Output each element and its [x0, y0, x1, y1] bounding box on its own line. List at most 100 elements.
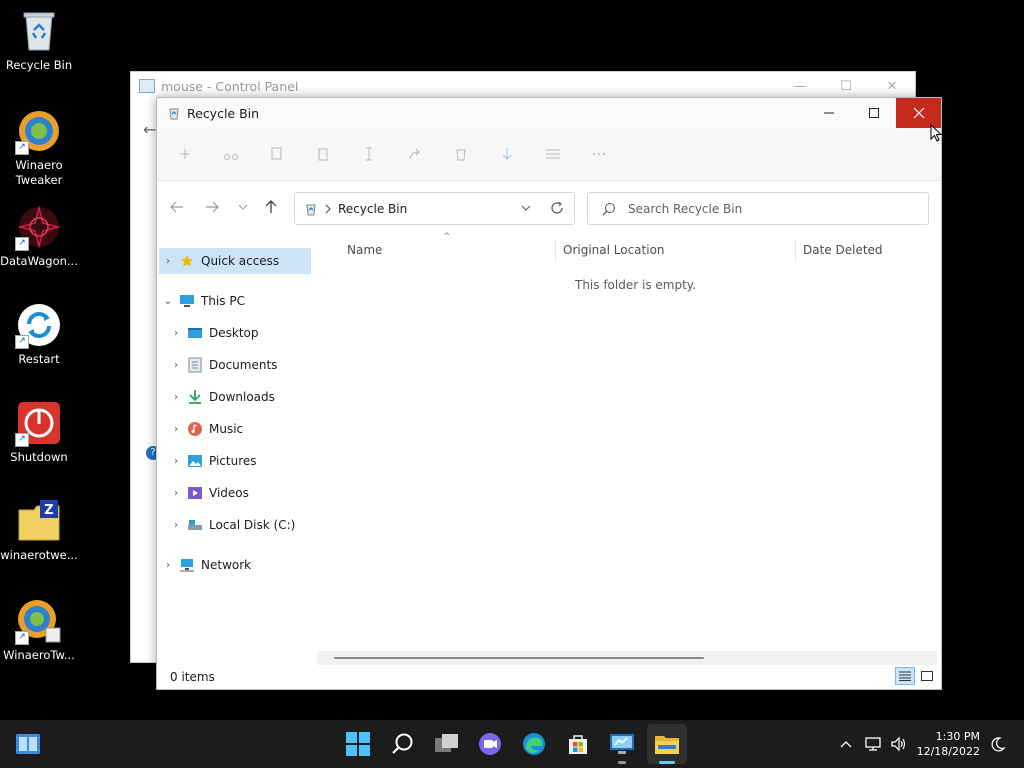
address-bar[interactable]: Recycle Bin	[294, 192, 575, 225]
desktop-icon-shutdown[interactable]: ↗ Shutdown	[0, 400, 78, 465]
desktop-icon-restart[interactable]: ↗ Restart	[0, 302, 78, 367]
show-hidden-icons-button[interactable]	[838, 732, 854, 756]
nav-label: Documents	[209, 358, 278, 372]
chat-button[interactable]	[477, 731, 503, 757]
chevron-right-icon[interactable]: ›	[167, 488, 185, 499]
maximize-button[interactable]	[851, 98, 896, 128]
column-header-name[interactable]: Name	[347, 239, 382, 261]
clock-date: 12/18/2022	[916, 745, 980, 758]
edge-button[interactable]	[521, 731, 547, 757]
nav-item-pictures[interactable]: › Pictures	[167, 448, 257, 474]
start-button[interactable]	[345, 731, 371, 757]
desktop-icon-winaero-tweaker-2[interactable]: ↗ WinaeroTw...	[0, 598, 78, 663]
edge-icon	[523, 733, 545, 755]
desktop-icon-datawagon[interactable]: ↗ DataWagon...	[0, 204, 78, 269]
nav-item-this-pc[interactable]: ⌄ This PC	[159, 288, 245, 314]
sort-indicator-icon: ^	[443, 232, 451, 242]
running-indicator	[618, 761, 626, 764]
horizontal-scrollbar[interactable]	[317, 651, 937, 665]
shortcut-arrow-icon: ↗	[15, 335, 29, 349]
network-tray-button[interactable]	[864, 732, 884, 756]
sort-icon[interactable]	[499, 147, 515, 161]
cp-back-icon[interactable]: ←	[143, 120, 156, 139]
widgets-icon	[16, 734, 40, 754]
chevron-right-icon[interactable]: ›	[167, 520, 185, 531]
cp-minimize-button[interactable]: —	[777, 72, 823, 100]
address-dropdown-icon[interactable]	[521, 205, 531, 211]
delete-icon[interactable]	[453, 147, 469, 161]
file-explorer-window[interactable]: Recycle Bin Recycle Bin Search Recycle B…	[156, 97, 942, 690]
chevron-right-icon[interactable]: ›	[167, 456, 185, 467]
recent-locations-button[interactable]	[231, 195, 255, 219]
search-input[interactable]	[626, 200, 910, 217]
nav-label: This PC	[201, 294, 245, 308]
nav-label: Local Disk (C:)	[209, 518, 296, 532]
shutdown-icon: ↗	[15, 400, 62, 447]
nav-item-network[interactable]: › Network	[159, 552, 251, 578]
search-box[interactable]	[587, 192, 929, 225]
column-divider[interactable]	[555, 239, 556, 261]
chevron-right-icon[interactable]: ›	[167, 328, 185, 339]
chevron-right-icon[interactable]: ›	[167, 424, 185, 435]
nav-label: Quick access	[201, 254, 280, 268]
details-view-button[interactable]	[895, 667, 915, 685]
chevron-right-icon[interactable]: ›	[159, 560, 177, 571]
column-header-original-location[interactable]: Original Location	[563, 239, 665, 261]
nav-item-desktop[interactable]: › Desktop	[167, 320, 259, 346]
nav-item-downloads[interactable]: › Downloads	[167, 384, 275, 410]
copy-icon[interactable]	[269, 147, 285, 161]
share-icon[interactable]	[407, 147, 423, 161]
minimize-icon	[823, 112, 834, 114]
chevron-down-icon[interactable]: ⌄	[159, 296, 177, 307]
cp-close-button[interactable]: ✕	[869, 72, 915, 100]
nav-item-documents[interactable]: › Documents	[167, 352, 277, 378]
file-explorer-taskbar-button[interactable]	[654, 731, 680, 757]
item-count: 0 items	[170, 670, 215, 684]
view-icon[interactable]	[545, 147, 561, 161]
nav-item-music[interactable]: › Music	[167, 416, 243, 442]
large-icons-view-button[interactable]	[917, 667, 937, 685]
close-icon	[913, 107, 924, 119]
scrollbar-thumb[interactable]	[334, 657, 704, 659]
widgets-button[interactable]	[15, 731, 41, 757]
task-view-button[interactable]	[434, 731, 460, 757]
minimize-button[interactable]	[806, 98, 851, 128]
large-icons-view-icon	[921, 671, 933, 681]
nav-item-quick-access[interactable]: › Quick access	[159, 248, 311, 274]
desktop-icon-label: winaerotwe...	[0, 548, 78, 562]
notifications-button[interactable]	[988, 732, 1008, 756]
cut-icon[interactable]	[223, 147, 239, 161]
forward-button[interactable]	[200, 195, 224, 219]
refresh-icon[interactable]	[550, 201, 564, 215]
store-button[interactable]	[565, 731, 591, 757]
back-button[interactable]	[165, 195, 189, 219]
up-button[interactable]	[259, 195, 283, 219]
chevron-right-icon[interactable]: ›	[167, 392, 185, 403]
more-icon[interactable]	[591, 147, 607, 161]
address-path[interactable]: Recycle Bin	[338, 202, 407, 216]
clock[interactable]: 1:30 PM 12/18/2022	[917, 729, 980, 759]
desktop-icon-winaero-tweaker[interactable]: ↗ Winaero Tweaker	[0, 108, 78, 188]
paste-icon[interactable]	[315, 147, 331, 161]
drive-icon	[187, 517, 203, 533]
desktop-icon-label: Recycle Bin	[5, 58, 73, 72]
search-button[interactable]	[390, 731, 416, 757]
volume-tray-button[interactable]	[889, 732, 909, 756]
column-divider[interactable]	[795, 239, 796, 261]
chevron-down-icon	[238, 204, 248, 210]
nav-item-videos[interactable]: › Videos	[167, 480, 249, 506]
new-icon[interactable]	[177, 147, 193, 161]
back-arrow-icon	[170, 201, 183, 213]
chevron-right-icon[interactable]	[324, 204, 332, 214]
chevron-right-icon[interactable]: ›	[159, 256, 177, 267]
control-panel-taskbar-button[interactable]	[609, 731, 635, 757]
nav-item-local-disk[interactable]: › Local Disk (C:)	[167, 512, 295, 538]
rename-icon[interactable]	[361, 147, 377, 161]
column-header-date-deleted[interactable]: Date Deleted	[803, 239, 883, 261]
desktop-icon-zip[interactable]: Z winaerotwe...	[0, 498, 78, 563]
cp-maximize-button[interactable]: ☐	[823, 72, 869, 100]
forward-arrow-icon	[206, 201, 219, 213]
desktop-icon-recycle-bin[interactable]: Recycle Bin	[0, 8, 78, 73]
store-icon	[569, 735, 587, 754]
chevron-right-icon[interactable]: ›	[167, 360, 185, 371]
